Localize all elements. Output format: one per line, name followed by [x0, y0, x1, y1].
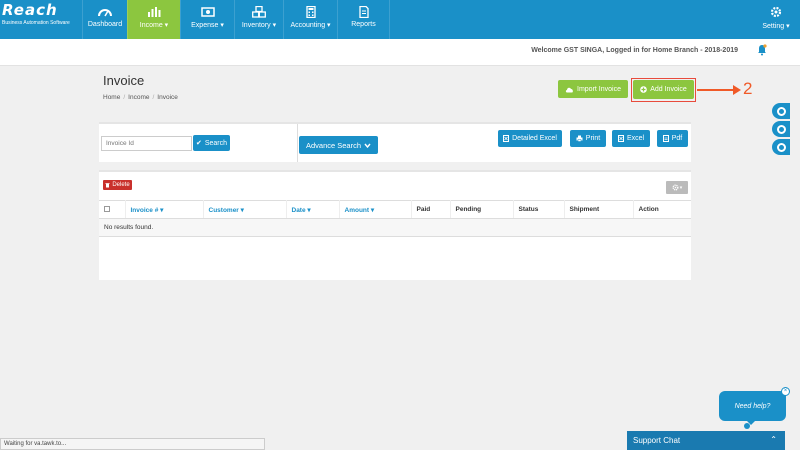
column-date[interactable]: Date ▾ — [286, 200, 340, 219]
document-icon — [358, 6, 369, 18]
bell-icon[interactable] — [757, 44, 767, 56]
nav-label: Inventory ▾ — [241, 22, 277, 29]
support-icon[interactable] — [772, 139, 790, 155]
gear-icon — [672, 184, 679, 191]
breadcrumb-invoice: Invoice — [157, 94, 178, 101]
detailed-excel-button[interactable]: Detailed Excel — [498, 130, 562, 147]
welcome-text: Welcome GST SINGA, Logged in for Home Br… — [531, 47, 738, 54]
panel-divider — [297, 124, 298, 162]
nav-dashboard[interactable]: Dashboard — [82, 0, 127, 39]
nav-label: Income ▾ — [139, 22, 169, 29]
invoice-table: Invoice # ▾ Customer ▾ Date ▾ Amount ▾ P… — [99, 200, 691, 237]
delete-button[interactable]: Delete — [103, 180, 132, 190]
pdf-file-icon — [662, 135, 669, 142]
annotation-arrow — [697, 89, 735, 91]
nav-reports[interactable]: Reports — [337, 0, 390, 39]
column-action: Action — [633, 200, 691, 219]
column-invoice-number[interactable]: Invoice # ▾ — [125, 200, 204, 219]
excel-file-icon — [503, 135, 510, 142]
empty-message: No results found. — [99, 218, 691, 237]
nav-income[interactable]: Income ▾ — [127, 0, 180, 39]
logo-text: Reach — [2, 1, 58, 19]
nav-inventory[interactable]: Inventory ▾ — [234, 0, 283, 39]
select-all-cell — [99, 200, 126, 219]
trash-icon — [105, 183, 110, 188]
highlight-annotation — [631, 78, 696, 102]
logo-tagline: Business Automation Software — [2, 20, 70, 26]
nav-expense[interactable]: Expense ▾ — [180, 0, 234, 39]
table-header-row: Invoice # ▾ Customer ▾ Date ▾ Amount ▾ P… — [99, 200, 691, 219]
column-status: Status — [513, 200, 565, 219]
excel-label: Excel — [626, 135, 645, 142]
cubes-icon — [252, 6, 266, 18]
nav-label: Reports — [351, 21, 376, 28]
gear-icon — [770, 6, 782, 18]
welcome-bar: Welcome GST SINGA, Logged in for Home Br… — [0, 39, 800, 66]
chat-bubble-icon[interactable] — [772, 121, 790, 137]
cloud-upload-icon — [565, 87, 573, 92]
column-settings-button[interactable]: ▾ — [666, 181, 688, 194]
breadcrumb-home[interactable]: Home — [103, 94, 120, 101]
support-chat-label: Support Chat — [633, 436, 681, 445]
pdf-button[interactable]: Pdf — [657, 130, 688, 147]
annotation-arrow-head — [733, 85, 741, 95]
page-title: Invoice — [103, 73, 145, 88]
excel-button[interactable]: Excel — [612, 130, 650, 147]
delete-label: Delete — [112, 182, 130, 188]
nav-label: Expense ▾ — [191, 22, 224, 29]
app-logo[interactable]: Reach Business Automation Software — [2, 3, 80, 33]
invoice-table-panel: Delete ▾ Invoice # ▾ Customer ▾ Date ▾ A… — [99, 170, 691, 280]
annotation-step-number: 2 — [743, 79, 753, 98]
column-shipment: Shipment — [564, 200, 634, 219]
import-invoice-button[interactable]: Import Invoice — [558, 80, 628, 98]
column-customer[interactable]: Customer ▾ — [203, 200, 287, 219]
setting-menu[interactable]: Setting ▾ — [752, 0, 800, 39]
breadcrumb-income[interactable]: Income — [128, 94, 149, 101]
search-button[interactable]: ✔ Search — [193, 135, 230, 151]
nav-accounting[interactable]: Accounting ▾ — [283, 0, 337, 39]
print-icon — [576, 135, 583, 142]
column-pending: Pending — [450, 200, 514, 219]
invoice-id-input[interactable] — [101, 136, 192, 151]
check-icon: ✔ — [195, 140, 202, 147]
excel-file-icon — [617, 135, 624, 142]
close-icon[interactable]: × — [781, 387, 790, 396]
search-button-label: Search — [204, 139, 228, 147]
browser-status-bar: Waiting for va.tawk.to... — [0, 438, 265, 450]
setting-label: Setting ▾ — [762, 23, 790, 30]
need-help-bubble[interactable]: Need help? — [719, 391, 786, 421]
print-button[interactable]: Print — [570, 130, 606, 147]
nav-label: Accounting ▾ — [290, 22, 331, 29]
column-amount[interactable]: Amount ▾ — [339, 200, 412, 219]
chevron-up-icon: ⌃ — [770, 435, 777, 444]
help-dot — [744, 423, 750, 429]
import-invoice-label: Import Invoice — [577, 85, 621, 93]
search-panel: ✔ Search Advance Search Detailed Excel P… — [99, 122, 691, 162]
table-row: No results found. — [99, 218, 691, 237]
caret-down-icon: ▾ — [679, 184, 683, 191]
speedometer-icon — [98, 9, 112, 17]
bar-chart-icon — [148, 7, 161, 17]
support-chat-bar[interactable]: Support Chat ⌃ — [627, 431, 785, 450]
chevron-down-icon — [364, 143, 371, 148]
nav-label: Dashboard — [87, 21, 123, 28]
print-label: Print — [585, 135, 601, 142]
detailed-excel-label: Detailed Excel — [512, 135, 557, 142]
select-all-checkbox[interactable] — [104, 205, 110, 212]
breadcrumb: Home / Income / Invoice — [103, 94, 178, 101]
calculator-icon — [305, 6, 316, 18]
money-icon — [200, 7, 215, 17]
column-paid: Paid — [411, 200, 451, 219]
pdf-label: Pdf — [671, 135, 683, 142]
skype-icon[interactable] — [772, 103, 790, 119]
advance-search-label: Advance Search — [305, 140, 362, 150]
top-navbar: Reach Business Automation Software Dashb… — [0, 0, 800, 39]
advance-search-button[interactable]: Advance Search — [299, 136, 378, 154]
